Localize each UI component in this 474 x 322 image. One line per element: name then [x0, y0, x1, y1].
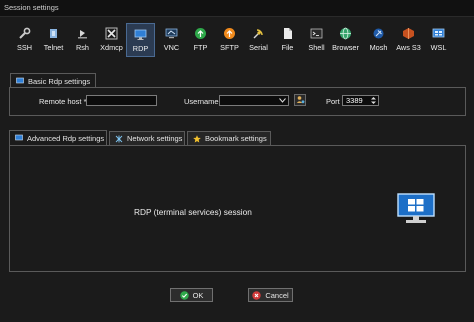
x-icon: [105, 26, 119, 40]
username-select[interactable]: [219, 95, 289, 106]
cancel-label: Cancel: [265, 290, 289, 300]
remote-host-label: Remote host *: [39, 97, 87, 106]
tab-network-label: Network settings: [127, 134, 183, 143]
cancel-button[interactable]: Cancel: [248, 288, 293, 302]
monitor-icon: [15, 134, 23, 142]
ok-label: OK: [192, 290, 204, 300]
session-type-toolbar: SSH Telnet Rsh Xdmcp RDP VNC FTP SFTP Se…: [10, 23, 462, 57]
title-bar[interactable]: Session settings: [0, 0, 474, 17]
session-type-sftp[interactable]: SFTP: [215, 23, 244, 57]
session-type-ftp[interactable]: FTP: [186, 23, 215, 57]
session-type-mosh[interactable]: Mosh: [364, 23, 393, 57]
antenna-icon: [372, 26, 386, 40]
monitor-icon: [16, 77, 24, 85]
chevron-down-icon: [278, 97, 287, 104]
port-value: 3389: [346, 96, 363, 105]
session-type-rsh[interactable]: Rsh: [68, 23, 97, 57]
aws-icon: [402, 26, 416, 40]
basic-settings-panel: Remote host * Username Port 3389: [9, 87, 466, 116]
session-type-telnet[interactable]: Telnet: [39, 23, 68, 57]
port-spinner[interactable]: 3389: [342, 95, 379, 106]
tab-bookmark-settings[interactable]: Bookmark settings: [187, 131, 271, 145]
session-type-aws-s3[interactable]: Aws S3: [394, 23, 423, 57]
username-label: Username: [184, 97, 219, 106]
star-icon: [193, 134, 201, 143]
file-icon: [281, 26, 295, 40]
sftp-icon: [223, 26, 237, 40]
wrench-icon: [18, 26, 32, 40]
rdp-monitor-icon: [397, 193, 435, 225]
tab-network-settings[interactable]: Network settings: [109, 131, 185, 145]
session-type-serial[interactable]: Serial: [244, 23, 273, 57]
terminal-icon: [310, 26, 324, 40]
telnet-icon: [47, 26, 61, 40]
tab-advanced-rdp-settings[interactable]: Advanced Rdp settings: [9, 130, 107, 145]
rdp-icon: [134, 27, 148, 41]
network-icon: [115, 135, 123, 143]
window-title: Session settings: [4, 3, 59, 12]
session-type-vnc[interactable]: VNC: [157, 23, 186, 57]
ok-button[interactable]: OK: [170, 288, 213, 302]
satellite-icon: [252, 26, 266, 40]
session-type-file[interactable]: File: [273, 23, 302, 57]
spinner-arrows-icon[interactable]: [370, 96, 377, 105]
wsl-icon: [432, 26, 446, 40]
session-type-wsl[interactable]: WSL: [424, 23, 453, 57]
session-type-xdmcp[interactable]: Xdmcp: [97, 23, 126, 57]
remote-host-input[interactable]: [86, 95, 157, 106]
user-icon: [296, 95, 305, 106]
session-type-ssh[interactable]: SSH: [10, 23, 39, 57]
tab-basic-rdp-settings[interactable]: Basic Rdp settings: [10, 73, 97, 88]
tab-basic-label: Basic Rdp settings: [28, 76, 91, 86]
cancel-icon: [252, 290, 262, 300]
check-icon: [179, 290, 189, 300]
tab-bookmark-label: Bookmark settings: [205, 134, 267, 143]
session-type-rdp[interactable]: RDP: [126, 23, 155, 57]
vnc-icon: [165, 26, 179, 40]
tab-advanced-label: Advanced Rdp settings: [27, 133, 105, 143]
rsh-icon: [76, 26, 90, 40]
ftp-icon: [194, 26, 208, 40]
session-type-browser[interactable]: Browser: [331, 23, 360, 57]
session-description: RDP (terminal services) session: [134, 207, 252, 217]
advanced-settings-panel: RDP (terminal services) session: [9, 145, 466, 272]
session-type-shell[interactable]: Shell: [302, 23, 331, 57]
globe-icon: [339, 26, 353, 40]
manage-users-button[interactable]: [294, 94, 306, 106]
port-label: Port: [326, 97, 340, 106]
